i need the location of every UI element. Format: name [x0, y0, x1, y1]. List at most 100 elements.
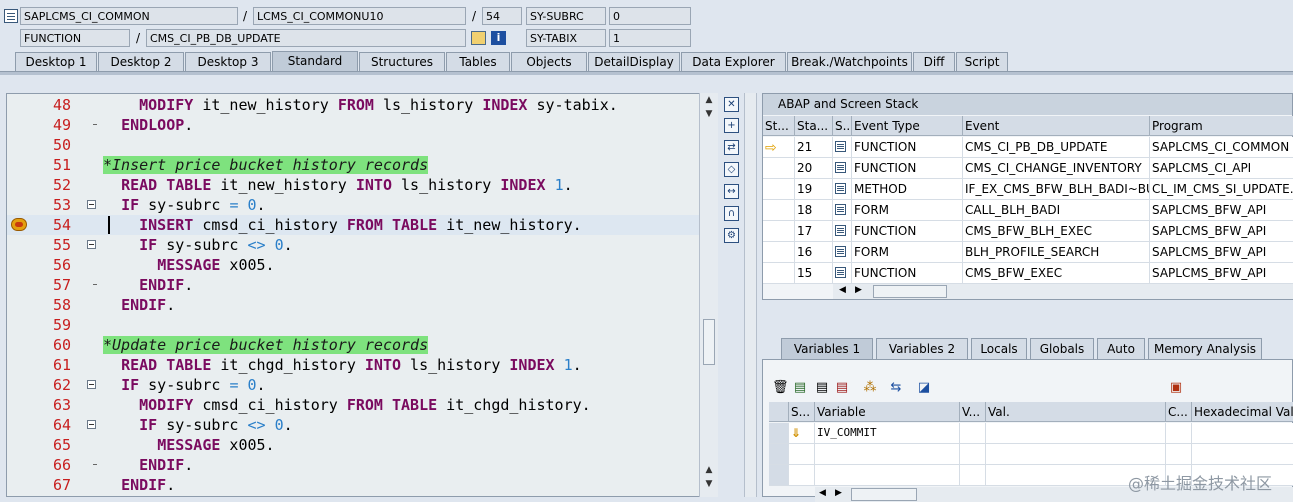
tab-script[interactable]: Script	[956, 52, 1008, 71]
tab-tables[interactable]: Tables	[446, 52, 510, 71]
sysfield-value-1[interactable]: 0	[609, 7, 691, 25]
stack-current-marker[interactable]	[763, 200, 795, 221]
stack-event-type[interactable]: FORM	[852, 200, 963, 221]
tab-objects[interactable]: Objects	[511, 52, 587, 71]
stack-type-icon-cell[interactable]	[833, 137, 852, 158]
row-selector[interactable]	[769, 465, 789, 486]
code-line[interactable]: 57 ENDIF.	[7, 275, 705, 295]
variables-tab-globals[interactable]: Globals	[1030, 338, 1094, 359]
sysfield-value-2[interactable]: 1	[609, 29, 691, 47]
code-line[interactable]: 55 IF sy-subrc <> 0.	[7, 235, 705, 255]
swap-tool-icon[interactable]: ⇄	[724, 140, 739, 155]
load-variables-icon[interactable]: ▤	[814, 380, 830, 396]
type-field[interactable]: FUNCTION	[20, 29, 130, 47]
filter-icon[interactable]: ⁂	[862, 380, 878, 396]
variable-cell[interactable]	[1192, 444, 1293, 465]
variable-status-cell[interactable]: ⇓	[789, 423, 815, 444]
sysfield-name-2[interactable]: SY-TABIX	[526, 29, 606, 47]
variable-value-cell[interactable]	[986, 423, 1166, 444]
code-line[interactable]: 62 IF sy-subrc = 0.	[7, 375, 705, 395]
services-icon[interactable]: ⚙	[724, 228, 739, 243]
tab-diff[interactable]: Diff	[913, 52, 955, 71]
variable-cell[interactable]	[1166, 444, 1192, 465]
stack-event[interactable]: CALL_BLH_BADI	[963, 200, 1150, 221]
variables-tab-memory-analysis[interactable]: Memory Analysis	[1148, 338, 1262, 359]
program-field[interactable]: SAPLCMS_CI_COMMON	[20, 7, 238, 25]
scroll-page-down-icon[interactable]: ▲	[701, 465, 717, 479]
stack-event-type[interactable]: METHOD	[852, 179, 963, 200]
stack-event[interactable]: CMS_BFW_BLH_EXEC	[963, 221, 1150, 242]
stack-event[interactable]: CMS_CI_PB_DB_UPDATE	[963, 137, 1150, 158]
variables-column-header[interactable]: C...	[1166, 402, 1192, 422]
variables-column-header[interactable]: Variable	[815, 402, 960, 422]
stack-current-marker[interactable]	[763, 263, 795, 284]
scroll-thumb[interactable]	[703, 319, 715, 365]
save-variables-icon[interactable]: ▤	[792, 380, 808, 396]
stack-type-icon-cell[interactable]	[833, 158, 852, 179]
breakpoint-icon[interactable]	[11, 218, 27, 231]
stack-event-type[interactable]: FUNCTION	[852, 221, 963, 242]
variable-cell[interactable]	[960, 444, 986, 465]
code-line[interactable]: 52 READ TABLE it_new_history INTO ls_his…	[7, 175, 705, 195]
stack-type-icon-cell[interactable]	[833, 179, 852, 200]
stack-level[interactable]: 15	[795, 263, 833, 284]
stack-column-header[interactable]: Event	[963, 116, 1150, 136]
headset-icon[interactable]: ∩	[724, 206, 739, 221]
editor-vertical-scrollbar[interactable]: ▲ ▼ ▲ ▼	[699, 93, 718, 497]
pane-splitter[interactable]	[744, 93, 757, 497]
stack-event-type[interactable]: FUNCTION	[852, 158, 963, 179]
code-line[interactable]: 66 ENDIF.	[7, 455, 705, 475]
variable-name-cell[interactable]	[815, 465, 960, 486]
collapse-icon[interactable]	[87, 420, 96, 429]
variables-tab-variables-1[interactable]: Variables 1	[781, 338, 873, 359]
row-selector[interactable]	[769, 423, 789, 444]
stack-column-header[interactable]: St...	[763, 116, 795, 136]
stack-type-icon-cell[interactable]	[833, 263, 852, 284]
tab-desktop-3[interactable]: Desktop 3	[185, 52, 271, 71]
variables-column-header[interactable]: V...	[960, 402, 986, 422]
variables-tab-variables-2[interactable]: Variables 2	[876, 338, 968, 359]
stack-event[interactable]: CMS_CI_CHANGE_INVENTORY	[963, 158, 1150, 179]
stack-event-type[interactable]: FUNCTION	[852, 263, 963, 284]
tab-structures[interactable]: Structures	[359, 52, 445, 71]
scroll-thumb[interactable]	[873, 285, 947, 298]
variable-name-cell[interactable]	[815, 444, 960, 465]
stack-column-header[interactable]: Event Type	[852, 116, 963, 136]
line-field[interactable]: 54	[482, 7, 522, 25]
code-line[interactable]: 63 MODIFY cmsd_ci_history FROM TABLE it_…	[7, 395, 705, 415]
stack-program[interactable]: SAPLCMS_CI_COMMON	[1150, 137, 1293, 158]
maximize-icon[interactable]: ◇	[724, 162, 739, 177]
code-line[interactable]: 56 MESSAGE x005.	[7, 255, 705, 275]
code-line[interactable]: 48 MODIFY it_new_history FROM ls_history…	[7, 95, 705, 115]
new-tool-icon[interactable]: +	[724, 118, 739, 133]
save-icon[interactable]: ▣	[1168, 380, 1184, 396]
stack-event-type[interactable]: FUNCTION	[852, 137, 963, 158]
stack-program[interactable]: SAPLCMS_BFW_API	[1150, 242, 1293, 263]
resize-icon[interactable]: ↔	[724, 184, 739, 199]
delete-icon[interactable]: 🗑	[772, 380, 789, 396]
function-name-field[interactable]: CMS_CI_PB_DB_UPDATE	[146, 29, 466, 47]
stack-program[interactable]: SAPLCMS_BFW_API	[1150, 200, 1293, 221]
variable-cell[interactable]	[960, 465, 986, 486]
code-line[interactable]: 61 READ TABLE it_chgd_history INTO ls_hi…	[7, 355, 705, 375]
variable-cell[interactable]	[1192, 423, 1293, 444]
variable-cell[interactable]	[960, 423, 986, 444]
variables-tab-auto[interactable]: Auto	[1097, 338, 1145, 359]
stack-level[interactable]: 20	[795, 158, 833, 179]
tab-desktop-2[interactable]: Desktop 2	[98, 52, 184, 71]
tab-break-watchpoints[interactable]: Break./Watchpoints	[787, 52, 912, 71]
stack-level[interactable]: 16	[795, 242, 833, 263]
stack-event-type[interactable]: FORM	[852, 242, 963, 263]
variables-column-header[interactable]: Hexadecimal Value	[1192, 402, 1293, 422]
code-line[interactable]: 64 IF sy-subrc <> 0.	[7, 415, 705, 435]
stack-horizontal-scrollbar[interactable]: ◀ ▶	[833, 284, 1293, 299]
stack-level[interactable]: 18	[795, 200, 833, 221]
code-line[interactable]: 65 MESSAGE x005.	[7, 435, 705, 455]
code-line[interactable]: 50	[7, 135, 705, 155]
collapse-icon[interactable]	[87, 240, 96, 249]
stack-column-header[interactable]: Program	[1150, 116, 1293, 136]
variable-cell[interactable]	[1166, 423, 1192, 444]
variables-column-header[interactable]: S...	[789, 402, 815, 422]
close-icon[interactable]: ✕	[724, 97, 739, 112]
collapse-icon[interactable]	[87, 200, 96, 209]
